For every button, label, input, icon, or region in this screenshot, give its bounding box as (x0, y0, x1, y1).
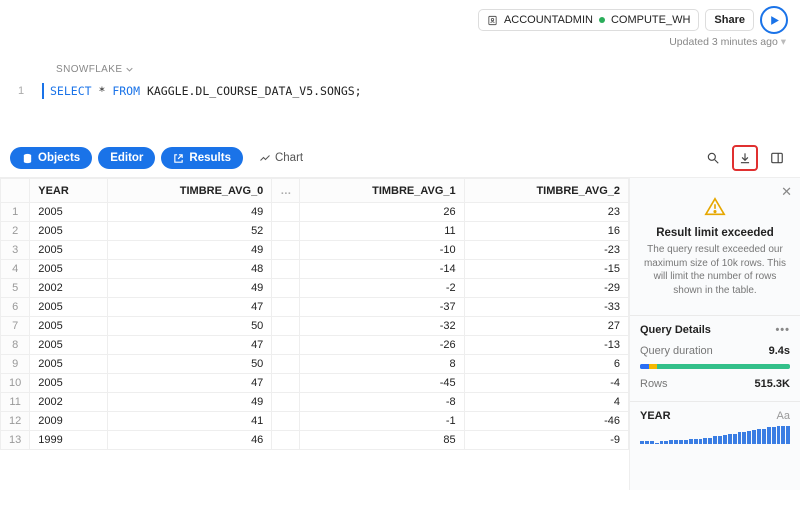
table-row[interactable]: 5200249-2-29 (1, 279, 629, 298)
table-row[interactable]: 3200549-10-23 (1, 241, 629, 260)
table-row[interactable]: 7200550-3227 (1, 317, 629, 336)
table-row[interactable]: 6200547-37-33 (1, 298, 629, 317)
col-timbre1[interactable]: TIMBRE_AVG_1 (300, 179, 464, 203)
table-row[interactable]: 1319994685-9 (1, 431, 629, 450)
updated-timestamp: Updated 3 minutes ago ▾ (0, 36, 800, 56)
search-button[interactable] (700, 145, 726, 171)
table-row[interactable]: 22005521116 (1, 222, 629, 241)
query-details: Query Details ••• Query duration 9.4s Ro… (630, 315, 800, 401)
duration-bar (640, 364, 790, 369)
warning-icon (704, 196, 726, 218)
year-histogram (640, 426, 790, 444)
table-row[interactable]: 12005492623 (1, 203, 629, 222)
col-timbre2[interactable]: TIMBRE_AVG_2 (464, 179, 628, 203)
table-row[interactable]: 10200547-45-4 (1, 374, 629, 393)
tab-chart[interactable]: Chart (249, 147, 313, 169)
query-details-menu[interactable]: ••• (775, 324, 790, 336)
database-icon (22, 153, 33, 164)
panel-icon (770, 151, 784, 165)
download-icon (738, 151, 752, 165)
share-button[interactable]: Share (705, 9, 754, 31)
search-icon (706, 151, 720, 165)
year-stats: YEAR Aa (630, 401, 800, 448)
line-number: 1 (0, 83, 42, 99)
table-row[interactable]: 4200548-14-15 (1, 260, 629, 279)
tab-objects[interactable]: Objects (10, 147, 92, 169)
play-icon (769, 15, 780, 26)
panel-toggle-button[interactable] (764, 145, 790, 171)
warehouse-label: COMPUTE_WH (611, 14, 690, 26)
side-panel: ✕ Result limit exceeded The query result… (630, 178, 800, 490)
role-icon (487, 15, 498, 26)
download-button[interactable] (732, 145, 758, 171)
close-icon[interactable]: ✕ (781, 184, 792, 200)
table-row[interactable]: 8200547-26-13 (1, 336, 629, 355)
run-button[interactable] (760, 6, 788, 34)
tab-results[interactable]: Results (161, 147, 243, 169)
table-row[interactable]: 11200249-84 (1, 393, 629, 412)
breadcrumb[interactable]: SNOWFLAKE (0, 56, 800, 79)
role-selector[interactable]: ACCOUNTADMIN COMPUTE_WH (478, 9, 699, 31)
table-row[interactable]: 920055086 (1, 355, 629, 374)
table-row[interactable]: 12200941-1-46 (1, 412, 629, 431)
results-icon (173, 153, 184, 164)
col-more[interactable]: … (272, 179, 300, 203)
chart-line-icon (259, 152, 271, 164)
result-limit-warning: Result limit exceeded The query result e… (630, 178, 800, 315)
tab-editor[interactable]: Editor (98, 147, 155, 169)
results-table[interactable]: YEAR TIMBRE_AVG_0 … TIMBRE_AVG_1 TIMBRE_… (0, 178, 630, 490)
warehouse-status-dot (599, 17, 605, 23)
chevron-down-icon (126, 66, 133, 73)
role-label: ACCOUNTADMIN (504, 14, 593, 26)
sql-editor[interactable]: 1 SELECT * FROM KAGGLE.DL_COURSE_DATA_V5… (0, 79, 800, 139)
col-year[interactable]: YEAR (30, 179, 108, 203)
sql-line: SELECT * FROM KAGGLE.DL_COURSE_DATA_V5.S… (42, 83, 362, 99)
col-timbre0[interactable]: TIMBRE_AVG_0 (107, 179, 271, 203)
header-row: YEAR TIMBRE_AVG_0 … TIMBRE_AVG_1 TIMBRE_… (1, 179, 629, 203)
